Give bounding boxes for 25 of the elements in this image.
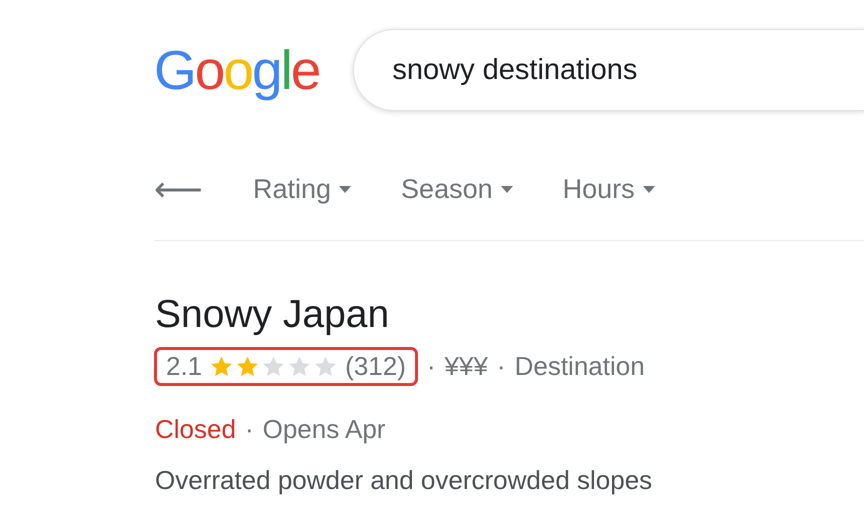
price-level: ¥¥¥ (444, 351, 488, 382)
separator-dot: · (496, 351, 506, 382)
review-count[interactable]: (312) (345, 351, 406, 382)
separator-dot: · (244, 414, 254, 445)
category-label: Destination (514, 351, 645, 382)
separator-dot: · (426, 351, 436, 382)
status-label: Closed (155, 414, 236, 445)
rating-value: 2.1 (166, 351, 202, 382)
caret-icon (500, 186, 513, 192)
star-icon (210, 355, 234, 378)
filter-dropdown[interactable]: Season (401, 174, 513, 204)
result-title[interactable]: Snowy Japan (155, 293, 864, 337)
back-button[interactable]: ⟵ (154, 168, 203, 210)
star-icon (288, 355, 312, 378)
caret-icon (339, 186, 352, 192)
star-icon (314, 355, 338, 378)
filter-dropdown[interactable]: Hours (562, 174, 655, 204)
filter-dropdown[interactable]: Rating (253, 174, 352, 204)
description-text: Overrated powder and overcrowded slopes (155, 465, 654, 496)
hours-label: Opens Apr (262, 414, 386, 445)
star-icon (262, 355, 286, 378)
search-field[interactable]: snowy destinations (353, 29, 864, 111)
caret-icon (642, 186, 655, 192)
google-logo[interactable]: Google (154, 38, 320, 102)
star-icon (236, 355, 260, 378)
